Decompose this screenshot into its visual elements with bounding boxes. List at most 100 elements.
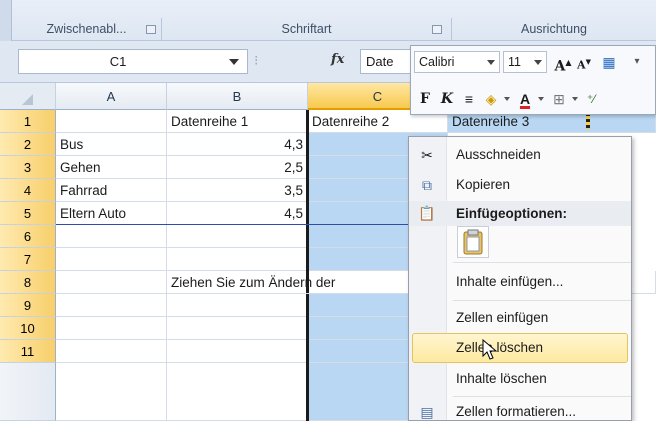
- cell-a7[interactable]: [56, 248, 167, 271]
- menu-item-insert-cells-label: Zellen einfügen: [456, 310, 549, 325]
- row-header[interactable]: 1: [0, 110, 56, 133]
- menu-item-insert-cells[interactable]: Zellen einfügen: [409, 303, 631, 333]
- cell-b6[interactable]: [167, 225, 308, 248]
- font-name-value: Calibri: [419, 55, 455, 69]
- cell-b3[interactable]: 2,5: [167, 156, 308, 179]
- cell-a9[interactable]: [56, 294, 167, 317]
- borders-icon[interactable]: ⊞: [549, 88, 569, 110]
- cell-a11[interactable]: [56, 340, 167, 363]
- row-header[interactable]: 2: [0, 133, 56, 156]
- row-header[interactable]: 5: [0, 202, 56, 225]
- cell-b10[interactable]: [167, 317, 308, 340]
- format-cells-icon: ▤: [420, 404, 434, 420]
- formula-bar-grip-icon: ⁝: [254, 52, 259, 68]
- chevron-down-icon[interactable]: [229, 59, 239, 65]
- range-border-bottom: [56, 224, 416, 225]
- ribbon-group-alignment-label: Ausrichtung: [520, 22, 587, 36]
- cell-b7[interactable]: [167, 248, 308, 271]
- ribbon-group-font: Schriftart: [162, 18, 452, 40]
- menu-item-copy-label: Kopieren: [456, 177, 511, 192]
- cell-a4[interactable]: Fahrrad: [56, 179, 167, 202]
- row-header[interactable]: 4: [0, 179, 56, 202]
- menu-item-delete-cells-label: Zellen löschen: [456, 340, 544, 355]
- menu-item-cut[interactable]: ✂ Ausschneiden: [409, 140, 631, 170]
- cell-a6[interactable]: [56, 225, 167, 248]
- paste-icon: [463, 229, 483, 255]
- paste-option-button[interactable]: [457, 226, 489, 258]
- cell-b8[interactable]: Ziehen Sie zum Ändern der: [167, 271, 417, 294]
- select-all-corner[interactable]: [0, 83, 56, 110]
- column-header-b[interactable]: B: [167, 83, 308, 110]
- cell-b5[interactable]: 4,5: [167, 202, 308, 225]
- font-size-select[interactable]: 11: [503, 51, 547, 73]
- menu-separator: [453, 300, 631, 301]
- cell-b9[interactable]: [167, 294, 308, 317]
- font-dialog-launcher-icon[interactable]: [432, 25, 442, 34]
- grow-font-icon[interactable]: A▲: [553, 51, 573, 75]
- ribbon-group-clipboard: Zwischenabl...: [12, 18, 162, 40]
- clipboard-dialog-launcher-icon[interactable]: [146, 25, 156, 34]
- row-header-overflow: [0, 363, 56, 421]
- menu-item-clear-contents[interactable]: Inhalte löschen: [409, 364, 631, 394]
- ribbon: Zwischenabl... Schriftart Ausrichtung: [0, 0, 656, 41]
- align-center-icon[interactable]: ≡: [459, 88, 479, 110]
- cell-a1[interactable]: [56, 110, 167, 133]
- chevron-down-icon[interactable]: [487, 60, 495, 65]
- cell-a12: [56, 363, 167, 421]
- cell-a2[interactable]: Bus: [56, 133, 167, 156]
- cell-a5[interactable]: Eltern Auto: [56, 202, 167, 225]
- name-box-value: C1: [109, 54, 127, 69]
- chevron-down-icon[interactable]: [504, 97, 510, 101]
- row-header[interactable]: 3: [0, 156, 56, 179]
- chevron-down-icon[interactable]: [534, 60, 542, 65]
- formula-input-value: Date: [366, 54, 394, 69]
- menu-paste-options-header: 📋 Einfügeoptionen:: [409, 201, 631, 226]
- clipboard-icon: 📋: [418, 205, 436, 221]
- row-header[interactable]: 6: [0, 225, 56, 248]
- scissors-icon: ✂: [421, 147, 433, 163]
- chevron-down-icon[interactable]: [538, 97, 544, 101]
- cell-b2[interactable]: 4,3: [167, 133, 308, 156]
- italic-button[interactable]: K: [437, 88, 457, 110]
- cell-a3[interactable]: Gehen: [56, 156, 167, 179]
- row-header[interactable]: 7: [0, 248, 56, 271]
- cell-b4[interactable]: 3,5: [167, 179, 308, 202]
- name-box[interactable]: C1: [18, 49, 248, 74]
- insert-function-icon[interactable]: fx: [331, 52, 344, 67]
- corner-triangle-icon: [22, 94, 33, 105]
- mouse-cursor-icon: [482, 339, 498, 360]
- row-header[interactable]: 8: [0, 271, 56, 294]
- menu-paste-options-label: Einfügeoptionen:: [456, 206, 567, 221]
- menu-separator: [453, 262, 631, 263]
- bold-button[interactable]: F: [415, 88, 435, 110]
- decimal-icon[interactable]: ⁺⁄: [581, 88, 601, 110]
- chevron-down-icon[interactable]: ▾: [627, 51, 647, 73]
- menu-item-format-cells[interactable]: ▤ Zellen formatieren...: [409, 397, 631, 421]
- row-header[interactable]: 11: [0, 340, 56, 363]
- fill-color-icon[interactable]: ◈: [481, 88, 501, 110]
- cell-a8[interactable]: [56, 271, 167, 294]
- row-header[interactable]: 9: [0, 294, 56, 317]
- menu-item-paste-special-label: Inhalte einfügen...: [456, 274, 564, 289]
- ribbon-edge: [0, 0, 12, 41]
- mini-toolbar: Calibri 11 A▲ A▼ ▦ ▾ F K ≡ ◈ A ⊞ ⁺⁄: [410, 45, 656, 115]
- menu-item-paste-special[interactable]: Inhalte einfügen...: [409, 267, 631, 297]
- menu-item-format-cells-label: Zellen formatieren...: [456, 404, 577, 419]
- menu-item-clear-contents-label: Inhalte löschen: [456, 371, 547, 386]
- font-color-icon[interactable]: A: [515, 88, 535, 110]
- ribbon-group-clipboard-label: Zwischenabl...: [46, 22, 127, 36]
- cell-b11[interactable]: [167, 340, 308, 363]
- menu-item-delete-cells[interactable]: Zellen löschen: [412, 333, 628, 363]
- shrink-font-icon[interactable]: A▼: [574, 51, 594, 73]
- chevron-down-icon[interactable]: [572, 97, 578, 101]
- column-header-a[interactable]: A: [56, 83, 167, 110]
- menu-item-copy[interactable]: ⧉ Kopieren: [409, 170, 631, 200]
- cell-b1[interactable]: Datenreihe 1: [167, 110, 308, 133]
- font-name-select[interactable]: Calibri: [414, 51, 500, 73]
- cell-b12: [167, 363, 308, 421]
- font-size-value: 11: [508, 55, 521, 69]
- number-format-icon[interactable]: ▦: [599, 51, 619, 73]
- copy-icon: ⧉: [422, 177, 432, 193]
- row-header[interactable]: 10: [0, 317, 56, 340]
- cell-a10[interactable]: [56, 317, 167, 340]
